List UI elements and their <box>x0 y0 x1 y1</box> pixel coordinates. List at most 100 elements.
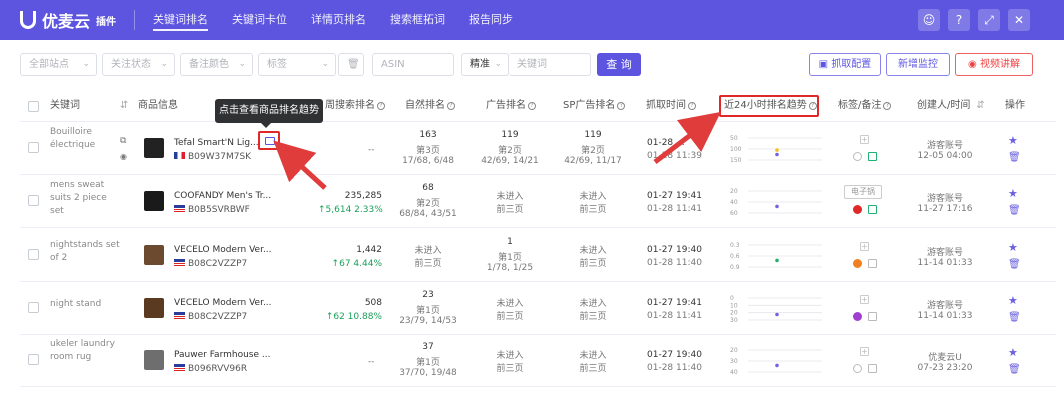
product-asin[interactable]: B096RVV96R <box>174 364 247 374</box>
logo[interactable]: 优麦云 插件 <box>20 8 116 32</box>
product-thumbnail[interactable] <box>144 138 164 158</box>
sort-icon[interactable]: ⇵ <box>976 100 984 111</box>
trend-point[interactable] <box>775 363 779 368</box>
note-color-dot[interactable] <box>853 152 862 161</box>
close-icon[interactable]: ✕ <box>1008 9 1030 31</box>
product-thumbnail[interactable] <box>144 191 164 211</box>
favorite-star-icon[interactable]: ★ <box>1008 187 1018 200</box>
sort-icon[interactable]: ⇵ <box>120 90 128 122</box>
product-asin[interactable]: B08C2VZZP7 <box>174 259 247 269</box>
trend-point[interactable] <box>775 258 779 263</box>
row-checkbox[interactable] <box>28 354 39 365</box>
note-icon[interactable] <box>868 205 877 214</box>
trend-mini-chart[interactable]: 0.3 0.6 0.9 <box>730 241 825 271</box>
favorite-star-icon[interactable]: ★ <box>1008 241 1018 254</box>
natural-rank-position: 68/84, 43/51 <box>399 209 457 219</box>
weekly-rank-value: 235,285 <box>344 191 382 201</box>
clear-filter-button[interactable]: 🗑 <box>338 53 364 76</box>
product-title[interactable]: Tefal Smart'N Lig... <box>174 138 259 148</box>
select-all-checkbox[interactable] <box>28 101 39 112</box>
favorite-star-icon[interactable]: ★ <box>1008 294 1018 307</box>
note-color-dot[interactable] <box>853 312 862 321</box>
product-title[interactable]: COOFANDY Men's Tr... <box>174 191 271 201</box>
help-icon[interactable]: ? <box>528 102 536 110</box>
trend-mini-chart[interactable]: 0102030 <box>730 294 825 324</box>
nav-report-sync[interactable]: 报告同步 <box>469 0 513 40</box>
trend-chart-icon[interactable] <box>258 131 280 150</box>
trend-mini-chart[interactable]: 20 40 60 <box>730 187 825 217</box>
trend-mini-chart[interactable]: 20 30 40 <box>730 346 825 376</box>
product-thumbnail[interactable] <box>144 350 164 370</box>
keyword-text[interactable]: mens sweat suits 2 piece set <box>50 179 120 218</box>
product-asin[interactable]: B0B5SVRBWF <box>174 205 250 215</box>
crawl-config-button[interactable]: ▣ 抓取配置 <box>809 53 881 76</box>
help-icon[interactable]: ? <box>883 102 892 110</box>
favorite-star-icon[interactable]: ★ <box>1008 134 1018 147</box>
nav-keyword-slot[interactable]: 关键词卡位 <box>232 0 287 40</box>
note-color-dot[interactable] <box>853 205 862 214</box>
trend-point[interactable] <box>775 148 779 152</box>
favorite-star-icon[interactable]: ★ <box>1008 346 1018 359</box>
add-tag-icon[interactable]: + <box>860 242 869 251</box>
trend-point[interactable] <box>775 312 779 317</box>
product-title[interactable]: Pauwer Farmhouse ... <box>174 350 270 360</box>
nav-detail-rank[interactable]: 详情页排名 <box>311 0 366 40</box>
note-color-dot[interactable] <box>853 364 862 373</box>
add-tag-icon[interactable]: + <box>860 135 869 144</box>
help-icon[interactable]: ? <box>617 102 626 110</box>
tag-select[interactable]: 标签 ⌄ <box>258 53 336 76</box>
nav-keyword-rank[interactable]: 关键词排名 <box>153 0 209 40</box>
trend-mini-chart[interactable]: 50 100 150 <box>730 134 825 164</box>
product-asin[interactable]: B09W37M7SK <box>174 152 251 162</box>
product-title[interactable]: VECELO Modern Ver... <box>174 298 272 308</box>
row-checkbox[interactable] <box>28 302 39 313</box>
delete-trash-icon[interactable]: 🗑 <box>1008 152 1021 163</box>
asin-input[interactable]: ASIN <box>372 53 454 76</box>
keyword-text[interactable]: night stand <box>50 298 120 311</box>
help-icon[interactable]: ? <box>377 102 385 110</box>
keyword-input[interactable]: 关键词 <box>509 53 591 76</box>
keyword-text[interactable]: nightstands set of 2 <box>50 239 120 265</box>
delete-trash-icon[interactable]: 🗑 <box>1008 364 1021 375</box>
collapse-icon[interactable]: ⤢ <box>978 9 1000 31</box>
note-icon[interactable] <box>868 152 877 161</box>
user-icon[interactable]: ☺ <box>918 9 940 31</box>
product-thumbnail[interactable] <box>144 245 164 265</box>
keyword-text[interactable]: ukeler laundry room rug <box>50 338 120 364</box>
eye-icon[interactable]: ◉ <box>120 152 127 161</box>
row-checkbox[interactable] <box>28 249 39 260</box>
follow-status-select[interactable]: 关注状态 ⌄ <box>102 53 175 76</box>
help-icon[interactable]: ? <box>948 9 970 31</box>
product-thumbnail[interactable] <box>144 298 164 318</box>
copy-icon[interactable]: ⧉ <box>120 136 126 146</box>
add-monitor-button[interactable]: 新增监控 <box>886 53 950 76</box>
trend-point[interactable] <box>775 152 779 157</box>
site-select[interactable]: 全部站点 ⌄ <box>20 53 97 76</box>
delete-trash-icon[interactable]: 🗑 <box>1008 205 1021 216</box>
row-checkbox[interactable] <box>28 195 39 206</box>
video-tutorial-button[interactable]: ◉ 视频讲解 <box>955 53 1033 76</box>
delete-trash-icon[interactable]: 🗑 <box>1008 259 1021 270</box>
delete-trash-icon[interactable]: 🗑 <box>1008 312 1021 323</box>
product-title[interactable]: VECELO Modern Ver... <box>174 245 272 255</box>
help-icon[interactable]: ? <box>447 102 455 110</box>
ad-rank-value: 未进入 <box>496 299 524 309</box>
help-icon[interactable]: ? <box>688 102 696 110</box>
note-color-select[interactable]: 备注颜色 ⌄ <box>180 53 253 76</box>
note-icon[interactable] <box>868 364 877 373</box>
trend-point[interactable] <box>775 204 779 209</box>
note-color-dot[interactable] <box>853 259 862 268</box>
keyword-text[interactable]: Bouilloire électrique <box>50 126 120 152</box>
note-icon[interactable] <box>868 312 877 321</box>
tag-label[interactable]: 电子锅 <box>844 185 882 199</box>
add-tag-icon[interactable]: + <box>860 347 869 356</box>
nav-search-expand[interactable]: 搜索框拓词 <box>390 0 445 40</box>
created-time: 07-23 23:20 <box>917 363 973 373</box>
match-select[interactable]: 精准 ⌄ <box>461 53 509 76</box>
note-icon[interactable] <box>868 259 877 268</box>
add-tag-icon[interactable]: + <box>860 295 869 304</box>
product-asin[interactable]: B08C2VZZP7 <box>174 312 247 322</box>
trend-axis-label: 10 <box>730 302 738 309</box>
row-checkbox[interactable] <box>28 142 39 153</box>
query-button[interactable]: 查 询 <box>597 53 641 76</box>
